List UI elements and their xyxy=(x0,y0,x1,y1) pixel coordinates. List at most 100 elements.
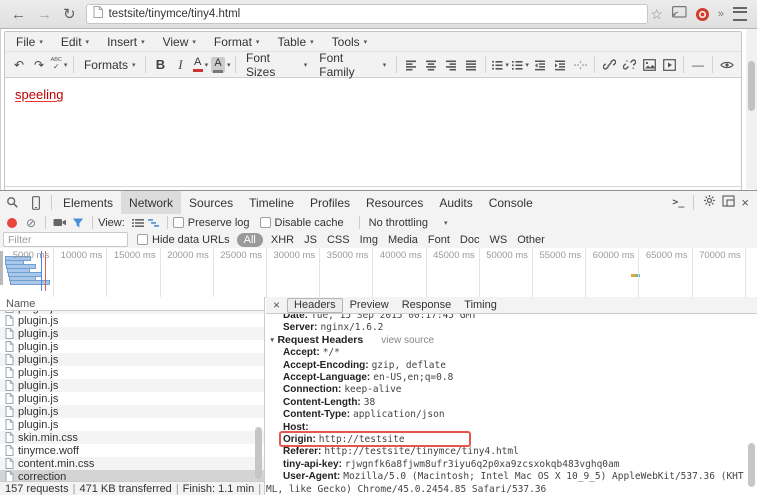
formats-dropdown[interactable]: Formats▾ xyxy=(78,58,142,72)
filter-type-doc[interactable]: Doc xyxy=(455,234,485,246)
menu-item-edit[interactable]: Edit▾ xyxy=(52,32,98,51)
align-right-button[interactable] xyxy=(442,55,460,75)
insert-media-button[interactable] xyxy=(660,55,678,75)
capture-screenshots-button[interactable] xyxy=(51,214,69,231)
preview-button[interactable] xyxy=(718,55,736,75)
menu-hamburger-icon[interactable] xyxy=(733,7,747,21)
align-center-button[interactable] xyxy=(422,55,440,75)
dock-icon[interactable] xyxy=(722,194,735,212)
detail-tab-response[interactable]: Response xyxy=(396,299,458,312)
preserve-log-checkbox[interactable]: Preserve log xyxy=(173,217,250,229)
detail-tab-timing[interactable]: Timing xyxy=(458,299,503,312)
misspelled-word[interactable]: speeling xyxy=(15,87,63,102)
background-color-button[interactable]: A ▾ xyxy=(211,55,230,75)
menu-item-tools[interactable]: Tools▾ xyxy=(323,32,377,51)
close-details-icon[interactable]: × xyxy=(266,298,287,312)
scrollbar-thumb[interactable] xyxy=(748,61,755,111)
filter-type-media[interactable]: Media xyxy=(383,234,423,246)
filter-button[interactable] xyxy=(69,214,87,231)
cast-icon[interactable] xyxy=(672,5,687,23)
settings-gear-icon[interactable] xyxy=(703,194,716,212)
link-button[interactable] xyxy=(600,55,618,75)
request-row[interactable]: plugin.js xyxy=(0,366,264,379)
request-row[interactable]: plugin.js xyxy=(0,392,264,405)
extension-record-icon[interactable] xyxy=(696,8,709,21)
filter-type-ws[interactable]: WS xyxy=(484,234,512,246)
request-row[interactable]: plugin.js xyxy=(0,379,264,392)
disable-cache-checkbox[interactable]: Disable cache xyxy=(260,217,344,229)
tab-network[interactable]: Network xyxy=(121,191,181,214)
spellcheck-button[interactable]: ABC ✓ ▾ xyxy=(50,55,68,75)
page-break-button[interactable] xyxy=(571,55,589,75)
hide-data-urls-checkbox[interactable]: Hide data URLs xyxy=(137,234,230,246)
horizontal-rule-button[interactable]: — xyxy=(689,55,707,75)
request-row[interactable]: plugin.js xyxy=(0,405,264,418)
address-bar[interactable]: testsite/tinymce/tiny4.html xyxy=(86,4,648,24)
view-source-link[interactable]: view source xyxy=(381,335,434,346)
throttling-dropdown[interactable]: No throttling ▾ xyxy=(369,217,448,229)
menu-item-view[interactable]: View▾ xyxy=(154,32,205,51)
bullet-list-button[interactable]: ▾ xyxy=(491,55,509,75)
details-scrollbar-thumb[interactable] xyxy=(748,443,755,487)
request-row[interactable]: skin.min.css xyxy=(0,431,264,444)
name-column-header[interactable]: Name xyxy=(0,297,264,311)
overflow-chevrons-icon[interactable]: » xyxy=(718,8,724,20)
record-button[interactable] xyxy=(7,218,17,228)
request-row[interactable]: plugin.js xyxy=(0,327,264,340)
text-color-button[interactable]: A ▾ xyxy=(191,55,209,75)
align-left-button[interactable] xyxy=(402,55,420,75)
console-drawer-button[interactable]: >_ xyxy=(672,197,684,208)
network-overview-timeline[interactable]: 5000 ms10000 ms15000 ms20000 ms25000 ms3… xyxy=(0,248,757,298)
filter-type-other[interactable]: Other xyxy=(512,234,550,246)
reload-button[interactable]: ↻ xyxy=(63,7,76,22)
tab-resources[interactable]: Resources xyxy=(358,191,431,214)
menu-item-table[interactable]: Table▾ xyxy=(268,32,322,51)
font-family-dropdown[interactable]: Font Family▾ xyxy=(313,51,392,79)
tab-sources[interactable]: Sources xyxy=(181,191,241,214)
forward-button[interactable]: → xyxy=(37,7,52,22)
filter-type-font[interactable]: Font xyxy=(423,234,455,246)
request-row[interactable]: plugin.js xyxy=(0,314,264,327)
menu-item-file[interactable]: File▾ xyxy=(7,32,52,51)
request-row[interactable]: plugin.js xyxy=(0,418,264,431)
tab-audits[interactable]: Audits xyxy=(431,191,480,214)
filter-input[interactable] xyxy=(3,232,128,247)
request-row[interactable]: plugin.js xyxy=(0,340,264,353)
clear-button[interactable]: ⊘ xyxy=(26,216,36,230)
indent-button[interactable] xyxy=(551,55,569,75)
editor-content-area[interactable]: speeling xyxy=(5,78,741,186)
numbered-list-button[interactable]: ▾ xyxy=(511,55,529,75)
inspect-element-button[interactable] xyxy=(0,191,24,214)
filter-type-xhr[interactable]: XHR xyxy=(266,234,299,246)
tab-timeline[interactable]: Timeline xyxy=(241,191,302,214)
close-icon[interactable]: × xyxy=(741,195,749,210)
device-toolbar-button[interactable] xyxy=(24,191,48,214)
undo-button[interactable]: ↶ xyxy=(10,55,28,75)
filter-type-js[interactable]: JS xyxy=(299,234,322,246)
redo-button[interactable]: ↷ xyxy=(30,55,48,75)
tab-console[interactable]: Console xyxy=(481,191,541,214)
outdent-button[interactable] xyxy=(531,55,549,75)
request-row[interactable]: plugin.js xyxy=(0,353,264,366)
bold-button[interactable]: B xyxy=(151,55,169,75)
request-row[interactable]: correction xyxy=(0,470,264,481)
unlink-button[interactable] xyxy=(620,55,638,75)
font-sizes-dropdown[interactable]: Font Sizes▾ xyxy=(240,51,313,79)
filter-type-css[interactable]: CSS xyxy=(322,234,355,246)
menu-item-format[interactable]: Format▾ xyxy=(205,32,269,51)
justify-button[interactable] xyxy=(462,55,480,75)
italic-button[interactable]: I xyxy=(171,55,189,75)
page-scrollbar[interactable] xyxy=(746,29,757,189)
requests-scrollbar-thumb[interactable] xyxy=(255,427,262,479)
tab-profiles[interactable]: Profiles xyxy=(302,191,358,214)
detail-tab-headers[interactable]: Headers xyxy=(287,298,343,313)
filter-type-all[interactable]: All xyxy=(237,233,263,247)
view-list-button[interactable] xyxy=(130,214,146,231)
detail-tab-preview[interactable]: Preview xyxy=(344,299,395,312)
tab-elements[interactable]: Elements xyxy=(55,191,121,214)
insert-image-button[interactable] xyxy=(640,55,658,75)
request-row[interactable]: content.min.css xyxy=(0,457,264,470)
menu-item-insert[interactable]: Insert▾ xyxy=(98,32,154,51)
back-button[interactable]: ← xyxy=(11,7,26,22)
view-waterfall-button[interactable] xyxy=(146,214,162,231)
